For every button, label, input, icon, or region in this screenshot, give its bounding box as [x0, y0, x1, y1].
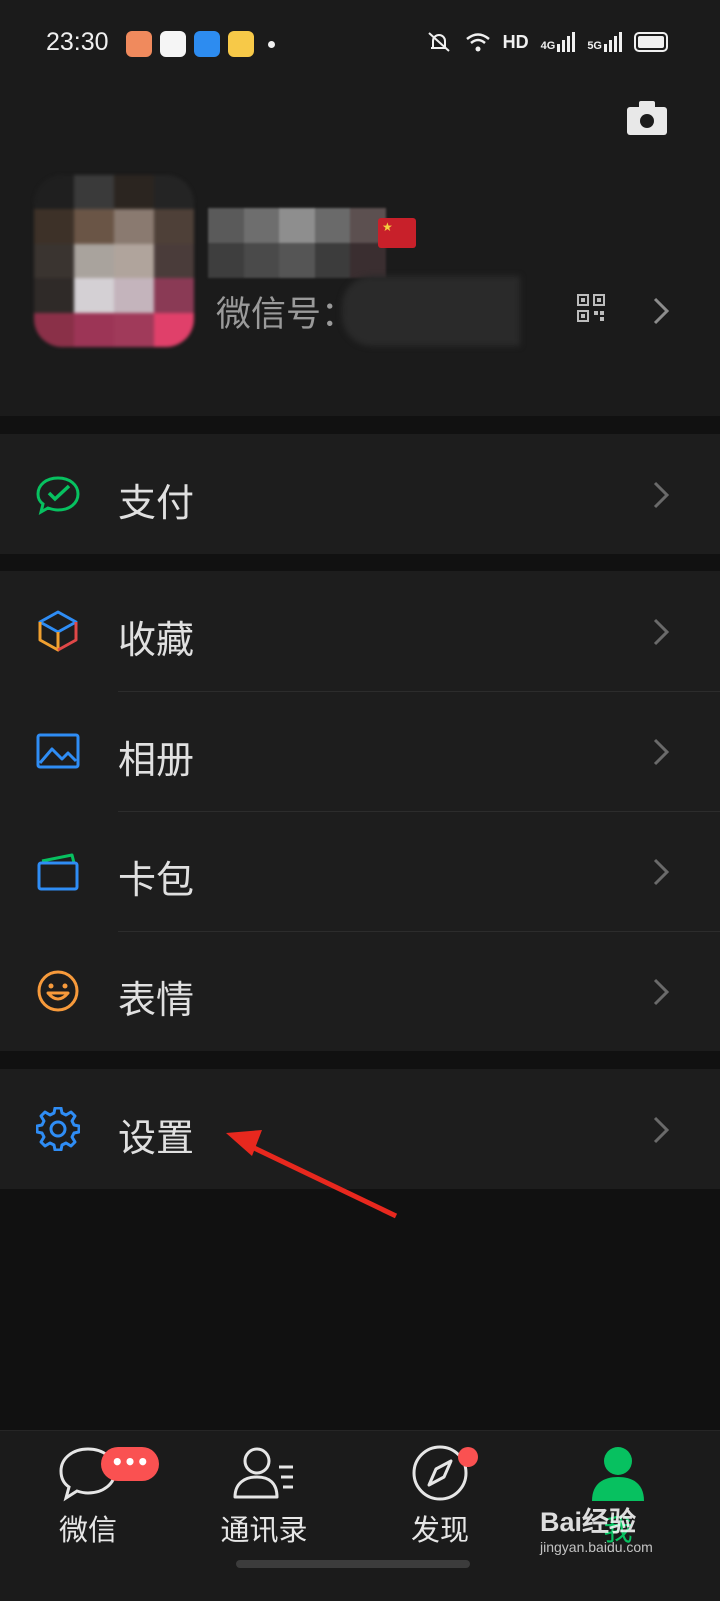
notification-icons	[126, 31, 275, 57]
battery-icon	[634, 32, 668, 52]
home-indicator[interactable]	[236, 1560, 470, 1568]
hd-icon: HD	[502, 31, 529, 52]
tab-contacts[interactable]: 通讯录	[194, 1443, 334, 1549]
chevron-right-icon	[653, 1116, 670, 1144]
wifi-icon	[465, 33, 490, 52]
status-time: 23:30	[46, 28, 109, 56]
blue-app-icon	[194, 31, 220, 57]
album-icon	[36, 733, 80, 769]
menu-label-favorites: 收藏	[118, 618, 195, 662]
wechat-id-redacted	[342, 276, 520, 346]
chevron-right-icon	[653, 738, 670, 766]
dog-app-icon	[160, 31, 186, 57]
more-badge: •••	[101, 1447, 159, 1481]
emoji-icon	[37, 970, 79, 1012]
tab-label-chats: 微信	[58, 1513, 117, 1547]
system-icons: HD 4G 5G	[425, 30, 668, 54]
menu-label-settings: 设置	[118, 1116, 195, 1160]
menu-item-favorites[interactable]: 收藏	[0, 571, 720, 691]
more-notifications-dot	[268, 40, 275, 48]
settings-gear-icon	[36, 1107, 80, 1151]
chevron-right-icon	[653, 618, 670, 646]
status-bar: 23:30 HD 4G 5G	[0, 0, 720, 90]
camera-icon[interactable]	[626, 100, 668, 136]
watermark-main: Bai经验	[540, 1507, 637, 1537]
menu-group-pay: 支付	[0, 434, 720, 554]
5g-signal-icon: 5G	[587, 32, 622, 52]
menu-item-card-wallet[interactable]: 卡包	[0, 811, 720, 931]
chevron-right-icon[interactable]	[652, 296, 670, 326]
baidu-jingyan-watermark: Bai经验 jingyan.baidu.com	[540, 1500, 690, 1560]
contacts-icon	[233, 1447, 293, 1499]
menu-item-pay[interactable]: 支付	[0, 434, 720, 554]
flag-icon	[378, 218, 416, 248]
payment-app-icon	[126, 31, 152, 57]
profile-header[interactable]: 微信号：	[0, 90, 720, 416]
menu-label-album: 相册	[118, 738, 195, 782]
4g-signal-icon: 4G	[541, 32, 576, 52]
menu-label-pay: 支付	[118, 481, 195, 525]
menu-label-stickers: 表情	[118, 978, 195, 1022]
discover-red-dot	[458, 1447, 478, 1467]
menu-item-album[interactable]: 相册	[0, 691, 720, 811]
qr-code-icon[interactable]	[577, 294, 605, 322]
watermark-sub: jingyan.baidu.com	[540, 1539, 653, 1555]
nickname-redacted	[208, 208, 386, 278]
wechat-id-label: 微信号：	[216, 295, 357, 335]
menu-group-main: 收藏 相册 卡包 表情	[0, 571, 720, 1051]
avatar[interactable]	[34, 175, 194, 347]
diamond-app-icon	[228, 31, 254, 57]
mute-bell-icon	[427, 32, 450, 52]
chevron-right-icon	[653, 858, 670, 886]
favorites-cube-icon	[38, 610, 78, 652]
me-person-icon	[592, 1447, 644, 1501]
chevron-right-icon	[653, 978, 670, 1006]
menu-group-settings: 设置	[0, 1069, 720, 1189]
tab-discover[interactable]: 发现	[370, 1443, 510, 1549]
menu-item-settings[interactable]: 设置	[0, 1069, 720, 1189]
tab-label-contacts: 通讯录	[220, 1513, 308, 1547]
menu-label-card-wallet: 卡包	[118, 858, 195, 902]
chevron-right-icon	[653, 481, 670, 509]
card-wallet-icon	[37, 853, 79, 891]
menu-item-stickers[interactable]: 表情	[0, 931, 720, 1051]
pay-icon	[36, 476, 80, 516]
tab-label-discover: 发现	[410, 1513, 469, 1547]
